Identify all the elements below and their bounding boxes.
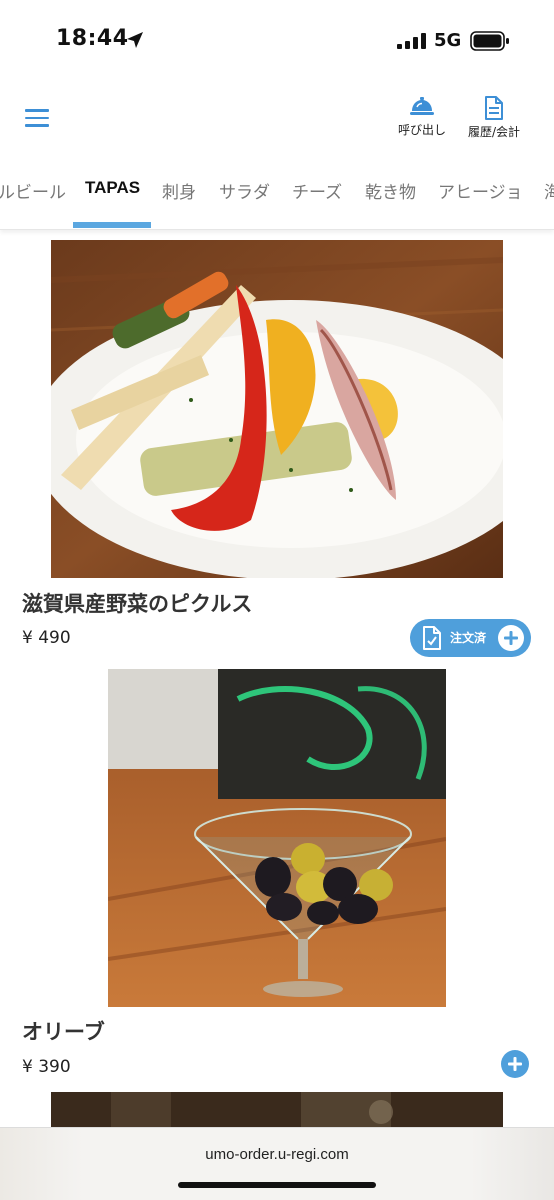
ordered-check-document-icon xyxy=(423,626,441,650)
add-to-order-button[interactable] xyxy=(501,1050,529,1078)
olives-martini-glass-photo[interactable] xyxy=(108,669,446,1007)
pickled-vegetables-photo[interactable] xyxy=(51,240,503,578)
status-time: 18:44 xyxy=(56,26,129,51)
plus-circle-icon xyxy=(501,1050,529,1078)
item-price: ¥ 490 xyxy=(22,628,71,648)
browser-address-bar[interactable]: umo-order.u-regi.com xyxy=(0,1127,554,1200)
category-tabs: ルビール TAPAS 刺身 サラダ チーズ 乾き物 アヒージョ 海 xyxy=(0,154,554,230)
tab-sashimi[interactable]: 刺身 xyxy=(162,178,196,203)
history-checkout-button[interactable]: 履歴/会計 xyxy=(462,96,526,140)
tab-dried-snacks[interactable]: 乾き物 xyxy=(365,178,416,203)
tab-craft-beer[interactable]: ルビール xyxy=(0,178,66,203)
battery-icon xyxy=(470,31,509,51)
item-name[interactable]: オリーブ xyxy=(22,1016,105,1046)
call-staff-button[interactable]: 呼び出し xyxy=(393,96,451,138)
call-staff-label: 呼び出し xyxy=(397,123,446,137)
history-checkout-label: 履歴/会計 xyxy=(467,125,521,139)
tab-cheese[interactable]: チーズ xyxy=(292,178,342,203)
tab-seafood[interactable]: 海 xyxy=(544,178,554,203)
next-item-photo[interactable] xyxy=(51,1092,503,1128)
hamburger-menu-icon[interactable] xyxy=(25,109,49,129)
cellular-signal-icon xyxy=(397,33,426,49)
ordered-badge-add-button[interactable]: 注文済 xyxy=(410,619,531,657)
active-tab-indicator xyxy=(73,222,151,228)
tab-tapas[interactable]: TAPAS xyxy=(85,178,140,198)
item-name[interactable]: 滋賀県産野菜のピクルス xyxy=(22,588,252,618)
plus-circle-icon xyxy=(498,625,524,651)
item-price: ¥ 390 xyxy=(22,1057,71,1077)
pickled-vegetables-image xyxy=(51,240,503,578)
url-text[interactable]: umo-order.u-regi.com xyxy=(0,1146,554,1163)
next-item-image xyxy=(51,1092,503,1128)
olives-image xyxy=(108,669,446,1007)
status-bar: 18:44 5G xyxy=(0,0,554,80)
ordered-label: 注文済 xyxy=(450,631,487,645)
tab-salad[interactable]: サラダ xyxy=(219,178,270,203)
service-bell-icon xyxy=(410,97,434,115)
network-type: 5G xyxy=(434,30,462,51)
home-indicator[interactable] xyxy=(178,1182,376,1188)
document-icon xyxy=(485,96,503,120)
app-header: 呼び出し 履歴/会計 xyxy=(0,80,554,154)
tab-ajillo[interactable]: アヒージョ xyxy=(438,178,523,203)
location-arrow-icon xyxy=(127,32,143,48)
